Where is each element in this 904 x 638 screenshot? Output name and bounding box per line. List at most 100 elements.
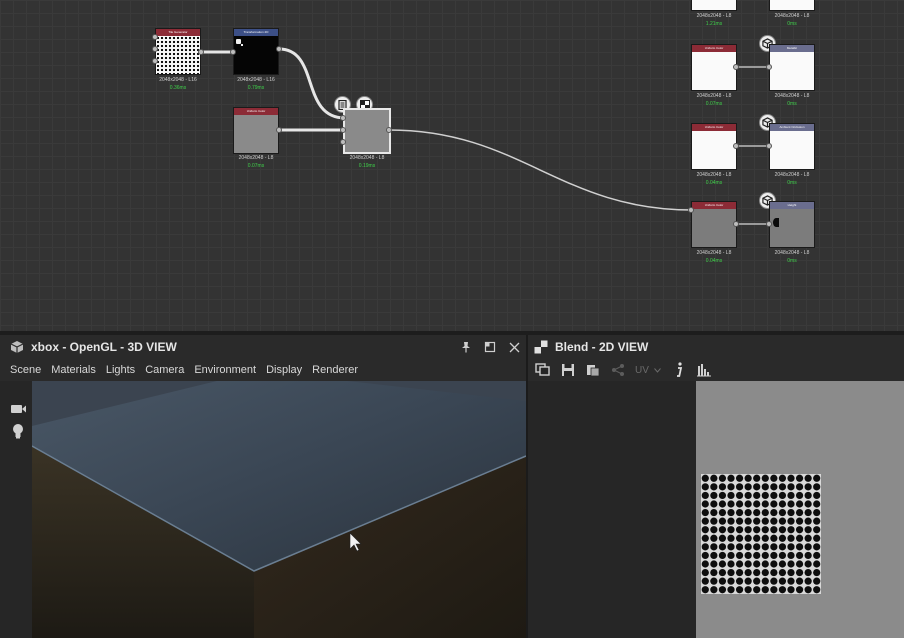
menu-renderer[interactable]: Renderer — [312, 364, 358, 376]
close-icon[interactable] — [506, 339, 522, 355]
menu-materials[interactable]: Materials — [51, 364, 96, 376]
menu-display[interactable]: Display — [266, 364, 302, 376]
pattern-dot — [787, 534, 795, 542]
pattern-dot — [727, 586, 735, 594]
pattern-dot — [701, 534, 709, 542]
node-time-label: 0.36ms — [169, 85, 187, 91]
node-clipped[interactable] — [769, 0, 815, 11]
pattern-dot — [735, 500, 744, 508]
pattern-dot — [753, 543, 761, 551]
chevron-down-icon — [654, 367, 661, 373]
pattern-dot — [735, 568, 744, 577]
pattern-dot — [761, 560, 769, 568]
input-port[interactable] — [766, 221, 772, 227]
pattern-dot — [795, 474, 804, 482]
pattern-dot — [761, 586, 769, 594]
histogram-icon[interactable] — [695, 361, 713, 379]
pattern-dot — [753, 474, 761, 482]
node-uniform-color[interactable]: Uniform Color — [233, 107, 279, 154]
input-port[interactable] — [688, 207, 694, 213]
node-size-label: 2048x2048 - L16 — [237, 77, 275, 83]
paste-icon[interactable] — [584, 361, 602, 379]
menu-scene[interactable]: Scene — [10, 364, 41, 376]
output-port[interactable] — [198, 49, 204, 55]
pattern-dot — [795, 526, 804, 534]
node-time-label: 0.07ms — [247, 163, 265, 169]
pattern-dot — [727, 577, 735, 585]
pattern-dot — [770, 517, 778, 525]
input-port[interactable] — [766, 143, 772, 149]
node-uniform-color[interactable]: Uniform Color — [691, 201, 737, 248]
pattern-dot — [744, 517, 752, 525]
input-port[interactable] — [340, 115, 346, 121]
input-port[interactable] — [152, 34, 158, 40]
output-port[interactable] — [733, 143, 739, 149]
input-port[interactable] — [230, 49, 236, 55]
node-uniform-color[interactable]: Uniform Color — [691, 123, 737, 170]
pattern-dot — [718, 543, 727, 551]
output-port[interactable] — [386, 127, 392, 133]
pattern-dot — [813, 577, 821, 585]
node-graph[interactable]: Tile Generator 2048x2048 - L16 0.36ms Tr… — [0, 0, 904, 331]
pattern-dot — [813, 500, 821, 508]
pattern-dot — [744, 560, 752, 568]
input-port[interactable] — [766, 64, 772, 70]
pattern-dot — [727, 551, 735, 560]
pattern-dot — [795, 517, 804, 525]
node-clipped[interactable] — [691, 0, 737, 11]
node-title: Uniform Color — [234, 108, 278, 115]
pattern-dot — [787, 560, 795, 568]
view-3d-sidebar — [0, 381, 32, 638]
node-thumbnail — [692, 0, 736, 10]
menu-lights[interactable]: Lights — [106, 364, 135, 376]
pin-icon[interactable] — [458, 339, 474, 355]
pattern-dot — [778, 517, 787, 525]
node-uniform-color[interactable]: Uniform Color — [691, 44, 737, 91]
pattern-dot — [744, 568, 752, 577]
light-bulb-icon[interactable] — [9, 423, 27, 439]
pattern-dot — [735, 551, 744, 560]
input-port[interactable] — [152, 58, 158, 64]
pattern-dot — [735, 526, 744, 534]
node-output-height[interactable]: Height — [769, 201, 815, 248]
output-port[interactable] — [733, 221, 739, 227]
pattern-dot — [787, 508, 795, 517]
menu-camera[interactable]: Camera — [145, 364, 184, 376]
pattern-dot — [727, 491, 735, 500]
pattern-dot — [727, 474, 735, 482]
pattern-dot — [701, 474, 709, 482]
pattern-dot — [778, 577, 787, 585]
copy-view-icon[interactable] — [534, 361, 552, 379]
pattern-dot — [795, 551, 804, 560]
node-transformation-2d[interactable]: Transformation 2D — [233, 28, 279, 75]
save-icon[interactable] — [559, 361, 577, 379]
maximize-icon[interactable] — [482, 339, 498, 355]
output-port[interactable] — [276, 127, 282, 133]
info-icon[interactable] — [670, 361, 688, 379]
camera-icon[interactable] — [9, 401, 27, 417]
pattern-dot — [710, 586, 718, 594]
view-2d-area[interactable] — [528, 381, 904, 638]
node-size-label: 2048x2048 - L8 — [774, 172, 810, 178]
output-port[interactable] — [733, 64, 739, 70]
node-size-label: 2048x2048 - L8 — [696, 93, 732, 99]
node-tile-generator[interactable]: Tile Generator — [155, 28, 201, 75]
node-blend[interactable] — [343, 108, 391, 154]
node-output-metallic[interactable]: Metallic — [769, 44, 815, 91]
pattern-dot — [787, 483, 795, 491]
node-output-ambient-occlusion[interactable]: Ambient Occlusion — [769, 123, 815, 170]
input-port[interactable] — [340, 139, 346, 145]
pattern-dot — [718, 526, 727, 534]
input-port[interactable] — [340, 127, 346, 133]
pattern-dot — [735, 517, 744, 525]
texture-canvas[interactable] — [696, 381, 904, 638]
pattern-dot — [778, 500, 787, 508]
view-3d-viewport[interactable] — [32, 381, 526, 638]
node-title: Transformation 2D — [234, 29, 278, 36]
pattern-dot — [761, 568, 769, 577]
menu-environment[interactable]: Environment — [194, 364, 256, 376]
pattern-dot — [804, 534, 812, 542]
input-port[interactable] — [152, 46, 158, 52]
output-port[interactable] — [276, 46, 282, 52]
pattern-dot — [753, 560, 761, 568]
